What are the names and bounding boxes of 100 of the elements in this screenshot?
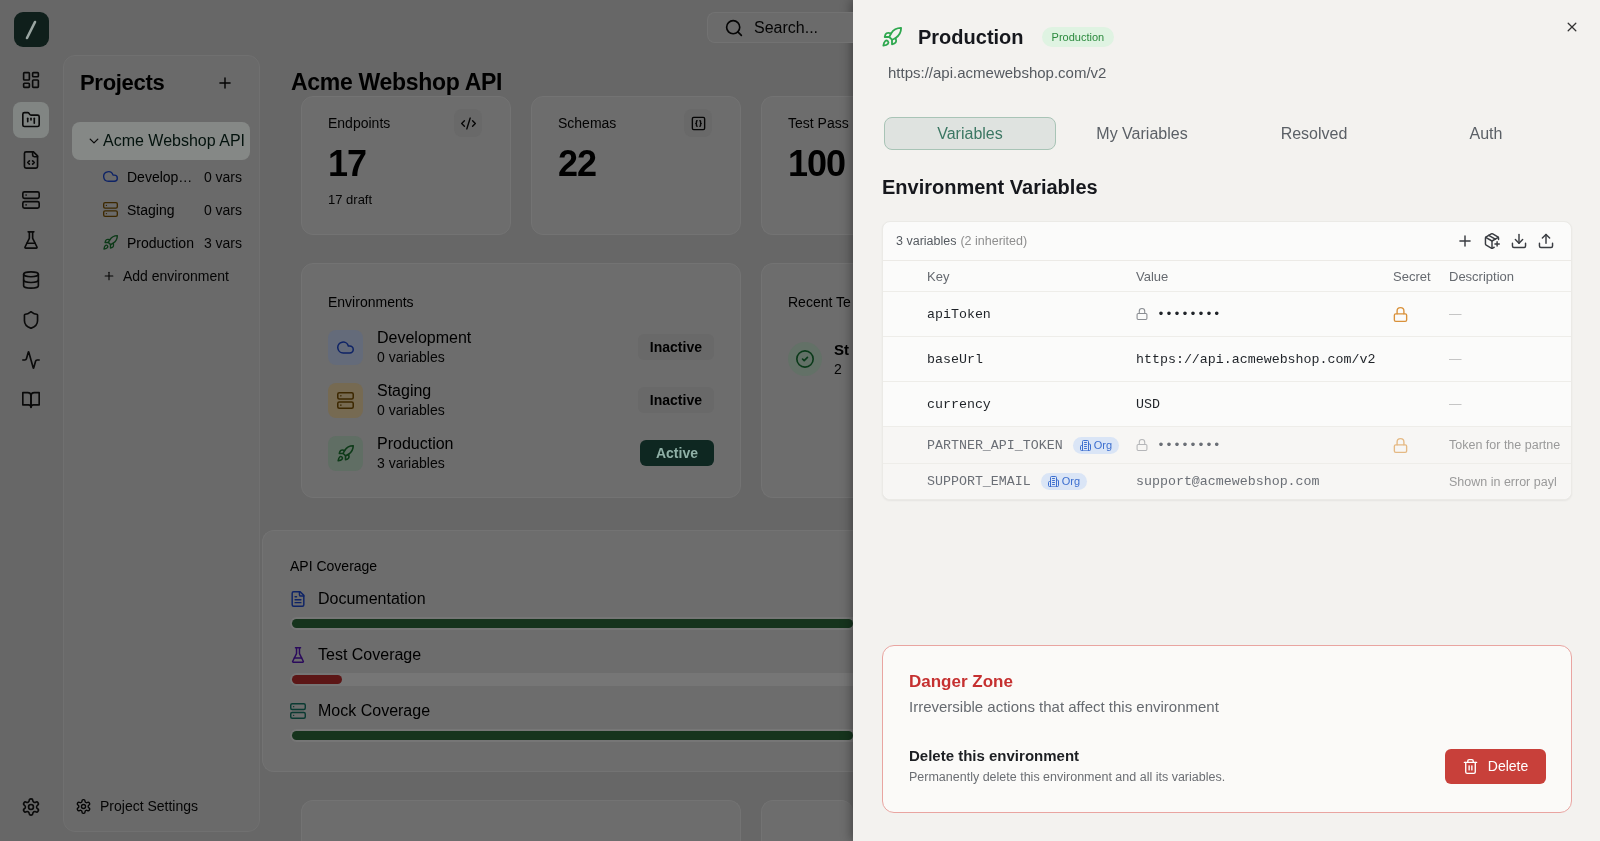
rocket-icon bbox=[882, 27, 902, 47]
flask-icon bbox=[290, 647, 306, 663]
variable-description: — bbox=[1449, 307, 1462, 321]
delete-button[interactable]: Delete bbox=[1445, 748, 1546, 784]
plus-icon[interactable] bbox=[1457, 233, 1473, 249]
variable-key: apiToken bbox=[927, 306, 991, 322]
drawer-title: Production bbox=[918, 25, 1024, 49]
column-header: Value bbox=[1136, 268, 1170, 284]
project-tree-item[interactable]: Acme Webshop API bbox=[72, 122, 250, 160]
stat-label: Test Pass bbox=[788, 115, 849, 131]
environment-name: Production bbox=[377, 434, 454, 454]
stat-value: 17 bbox=[328, 144, 368, 184]
plus-icon[interactable] bbox=[217, 75, 233, 91]
variable-count: 0 vars bbox=[203, 201, 242, 218]
environment-name: Staging bbox=[377, 381, 433, 401]
check-circle-icon bbox=[788, 342, 822, 376]
variable-count: 0 variables bbox=[377, 401, 445, 419]
variable-key: PARTNER_API_TOKEN bbox=[927, 437, 1063, 453]
code-icon bbox=[454, 109, 482, 137]
environment-name[interactable]: Develop… bbox=[127, 168, 195, 185]
badge-label: Org bbox=[1061, 475, 1081, 488]
action-description: Permanently delete this environment and all its variables. bbox=[909, 769, 1226, 786]
inherited-count: (2 inherited) bbox=[960, 234, 1028, 248]
settings-icon bbox=[76, 798, 91, 814]
grid-icon bbox=[22, 71, 40, 89]
variable-value: https://api.acmewebshop.com/v2 bbox=[1136, 351, 1376, 367]
danger-zone-subtitle: Irreversible actions that affect this environment bbox=[909, 697, 1220, 717]
status-badge: Active bbox=[639, 440, 714, 466]
shield-icon bbox=[22, 311, 40, 329]
variable-description: Shown in error payl bbox=[1449, 474, 1557, 489]
card-title: API Coverage bbox=[290, 557, 379, 576]
server-icon bbox=[22, 191, 40, 209]
action-title: Delete this environment bbox=[909, 746, 1081, 766]
tab[interactable]: Variables bbox=[884, 117, 1056, 150]
logo-icon[interactable] bbox=[13, 12, 49, 47]
badge-label: Org bbox=[1093, 438, 1112, 452]
rocket-icon bbox=[103, 235, 118, 250]
status-badge: Inactive bbox=[637, 334, 714, 360]
column-header: Key bbox=[927, 268, 951, 284]
stat-label: Endpoints bbox=[328, 115, 391, 131]
server-icon bbox=[103, 202, 118, 217]
variable-description: Token for the partne bbox=[1449, 438, 1561, 452]
variable-key: baseUrl bbox=[927, 351, 983, 367]
test-name: St bbox=[834, 340, 849, 360]
lock-icon bbox=[1136, 439, 1148, 451]
environment-badge: Production bbox=[1041, 27, 1115, 47]
test-time: 2 bbox=[834, 360, 843, 378]
cloud-icon bbox=[328, 329, 363, 365]
tab[interactable]: Resolved bbox=[1228, 117, 1400, 150]
close-icon[interactable] bbox=[1565, 20, 1579, 34]
database-icon bbox=[22, 271, 40, 289]
section-title: Environment Variables bbox=[882, 175, 1099, 200]
download-icon[interactable] bbox=[1511, 233, 1527, 249]
trash-icon bbox=[1462, 758, 1478, 774]
variable-key: SUPPORT_EMAIL bbox=[927, 474, 1031, 489]
variable-value: •••••••• bbox=[1157, 437, 1221, 453]
tab[interactable]: Auth bbox=[1400, 117, 1572, 150]
base-url: https://api.acmewebshop.com/v2 bbox=[887, 63, 1108, 83]
environment-name[interactable]: Staging bbox=[127, 201, 195, 218]
rocket-icon bbox=[328, 435, 363, 471]
variable-count: 3 vars bbox=[203, 234, 242, 251]
braces-icon bbox=[684, 109, 712, 137]
server-icon bbox=[328, 382, 363, 418]
add-environment-button[interactable]: Add environment bbox=[64, 259, 259, 292]
column-header: Description bbox=[1449, 268, 1516, 284]
danger-zone-title: Danger Zone bbox=[909, 671, 1014, 693]
stat-label: Schemas bbox=[558, 115, 617, 131]
document-icon bbox=[290, 591, 306, 607]
variable-count: 0 variables bbox=[377, 348, 446, 366]
variable-description: — bbox=[1449, 397, 1462, 411]
variable-count: 0 vars bbox=[203, 168, 242, 185]
cloud-icon bbox=[103, 169, 118, 184]
server-icon bbox=[290, 703, 306, 719]
panel-title: Projects bbox=[80, 70, 165, 96]
card-title: Recent Te bbox=[788, 293, 852, 312]
coverage-label: Mock Coverage bbox=[318, 702, 431, 720]
coverage-label: Test Coverage bbox=[318, 646, 422, 664]
building-icon bbox=[1079, 439, 1091, 451]
page-title: Acme Webshop API bbox=[291, 68, 504, 96]
package-plus-icon[interactable] bbox=[1484, 233, 1500, 249]
folder-icon bbox=[22, 111, 40, 129]
stat-value: 100 bbox=[788, 144, 847, 184]
lock-icon bbox=[1136, 308, 1148, 320]
upload-icon[interactable] bbox=[1538, 233, 1554, 249]
building-icon bbox=[1047, 476, 1059, 487]
file-code-icon bbox=[22, 151, 40, 169]
pulse-icon bbox=[22, 351, 40, 369]
plus-icon bbox=[103, 269, 115, 282]
environment-name[interactable]: Production bbox=[127, 234, 195, 251]
variable-count: 3 variables bbox=[896, 234, 957, 248]
settings-icon[interactable] bbox=[22, 798, 40, 816]
stat-note: 17 draft bbox=[328, 191, 374, 209]
nav-button[interactable] bbox=[13, 102, 49, 138]
variable-value: USD bbox=[1136, 396, 1160, 412]
tab[interactable]: My Variables bbox=[1056, 117, 1228, 150]
flask-icon bbox=[22, 231, 40, 249]
search-field[interactable]: Search... bbox=[707, 12, 853, 43]
project-settings-button[interactable]: Project Settings bbox=[64, 797, 259, 815]
environment-name: Development bbox=[377, 328, 472, 348]
variable-description: — bbox=[1449, 352, 1462, 366]
